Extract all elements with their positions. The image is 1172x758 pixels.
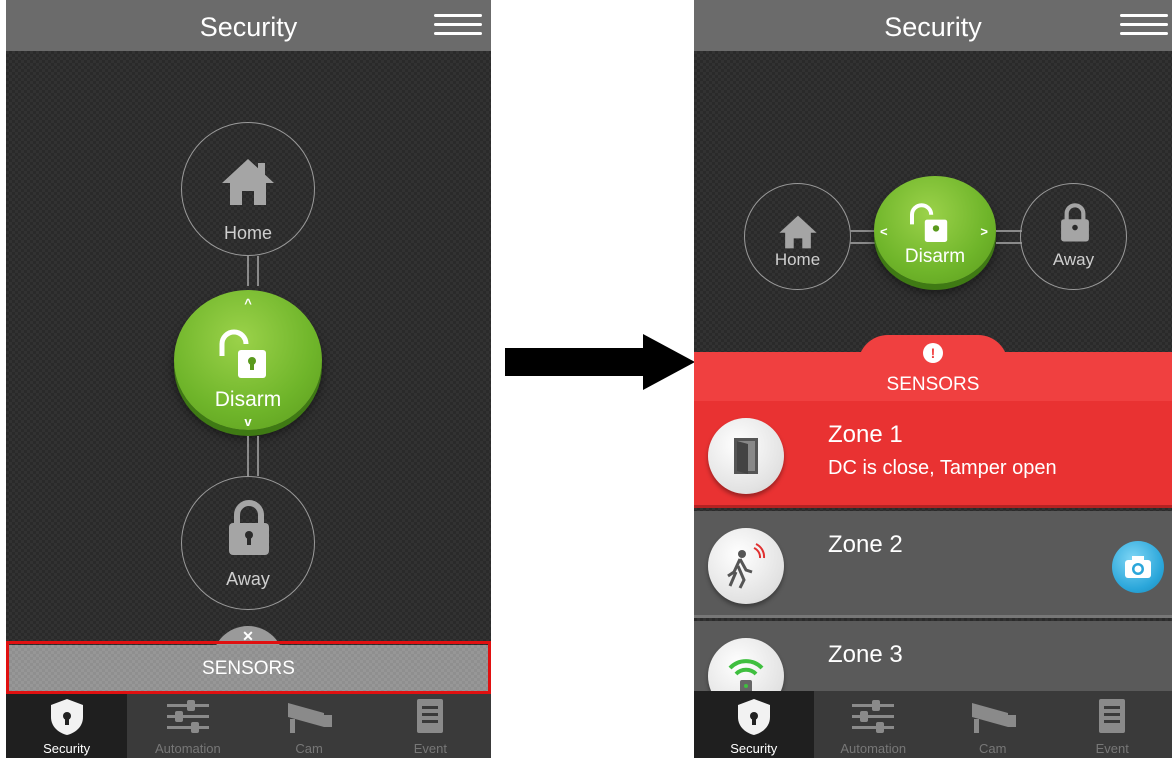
zone-status: DC is close, Tamper open: [828, 457, 1057, 479]
shield-icon: [50, 699, 83, 735]
away-mode-button[interactable]: Away: [1020, 183, 1127, 290]
zone-row[interactable]: Zone 1 DC is close, Tamper open: [694, 401, 1172, 508]
disarm-mode-button[interactable]: < Disarm >: [874, 176, 996, 284]
transition-arrow-icon: [505, 334, 695, 390]
page-title: Security: [199, 12, 298, 42]
title-bar: Security: [6, 0, 491, 51]
zone-name: Zone 3: [828, 641, 903, 668]
nav-cam[interactable]: Cam: [249, 691, 370, 758]
disarm-mode-button[interactable]: ^ Disarm v: [174, 290, 322, 430]
nav-automation[interactable]: Automation: [814, 691, 934, 758]
connector-line: [850, 242, 876, 244]
unlock-icon: [219, 329, 266, 378]
chevron-left-icon[interactable]: <: [880, 224, 888, 239]
camera-icon: [1125, 556, 1151, 578]
nav-security-label: Security: [730, 741, 778, 756]
connector-line: [247, 256, 249, 286]
disarm-label: Disarm: [214, 388, 282, 411]
connector-line: [996, 230, 1022, 232]
chevron-up-icon[interactable]: ^: [174, 296, 322, 311]
sliders-icon: [166, 700, 209, 733]
chevron-down-icon[interactable]: v: [174, 414, 322, 429]
shield-icon: [737, 699, 770, 735]
door-icon: [708, 418, 784, 494]
connector-line: [257, 256, 259, 286]
connector-line: [247, 436, 249, 476]
house-icon: [222, 159, 274, 205]
away-label: Away: [1052, 250, 1095, 269]
sliders-icon: [852, 700, 895, 733]
lock-icon: [229, 500, 269, 555]
nav-cam[interactable]: Cam: [933, 691, 1053, 758]
away-mode-button[interactable]: Away: [181, 476, 315, 610]
home-label: Home: [223, 223, 272, 243]
hamburger-menu-icon[interactable]: [434, 14, 482, 38]
title-bar: Security: [694, 0, 1172, 51]
camera-icon: [288, 703, 333, 733]
connector-line: [257, 436, 259, 476]
home-label: Home: [774, 250, 821, 269]
motion-sensor-icon: [708, 528, 784, 604]
connector-line: [850, 230, 876, 232]
camera-button[interactable]: [1112, 541, 1164, 593]
nav-automation-label: Automation: [840, 741, 907, 756]
security-screen-before: Security Home ^ Disarm v Away ✕ SENSORS …: [6, 0, 491, 758]
nav-event[interactable]: Event: [1053, 691, 1172, 758]
zone-name: Zone 2: [828, 531, 903, 558]
security-screen-after: Security Home < Disarm > Away SENSORS ! …: [694, 0, 1172, 758]
disarm-label: Disarm: [904, 246, 966, 267]
nav-security-label: Security: [43, 741, 91, 756]
zone-row[interactable]: Zone 2: [694, 511, 1172, 618]
nav-event-label: Event: [1095, 741, 1129, 756]
home-mode-button[interactable]: Home: [744, 183, 851, 290]
hamburger-menu-icon[interactable]: [1120, 14, 1168, 38]
nav-event-label: Event: [413, 741, 447, 756]
nav-automation[interactable]: Automation: [127, 691, 248, 758]
nav-security[interactable]: Security: [694, 691, 814, 758]
nav-cam-label: Cam: [295, 741, 323, 756]
unlock-icon: [910, 203, 948, 242]
camera-icon: [971, 703, 1016, 733]
nav-event[interactable]: Event: [370, 691, 491, 758]
zone-name: Zone 1: [828, 421, 903, 448]
lock-icon: [1061, 203, 1089, 242]
home-mode-button[interactable]: Home: [181, 122, 315, 256]
nav-automation-label: Automation: [154, 741, 221, 756]
list-icon: [1099, 699, 1126, 733]
connector-line: [996, 242, 1022, 244]
nav-cam-label: Cam: [979, 741, 1007, 756]
page-title: Security: [884, 12, 982, 42]
house-icon: [779, 215, 817, 249]
away-label: Away: [226, 569, 270, 589]
nav-security[interactable]: Security: [6, 691, 128, 758]
sensors-highlight-box: [6, 641, 491, 694]
bottom-navigation: Security Automation Cam Event: [694, 691, 1172, 758]
list-icon: [417, 699, 444, 733]
sensors-header-label: SENSORS: [886, 374, 980, 395]
bottom-navigation: Security Automation Cam Event: [6, 691, 491, 758]
chevron-right-icon[interactable]: >: [980, 224, 988, 239]
alert-icon: !: [923, 343, 943, 363]
